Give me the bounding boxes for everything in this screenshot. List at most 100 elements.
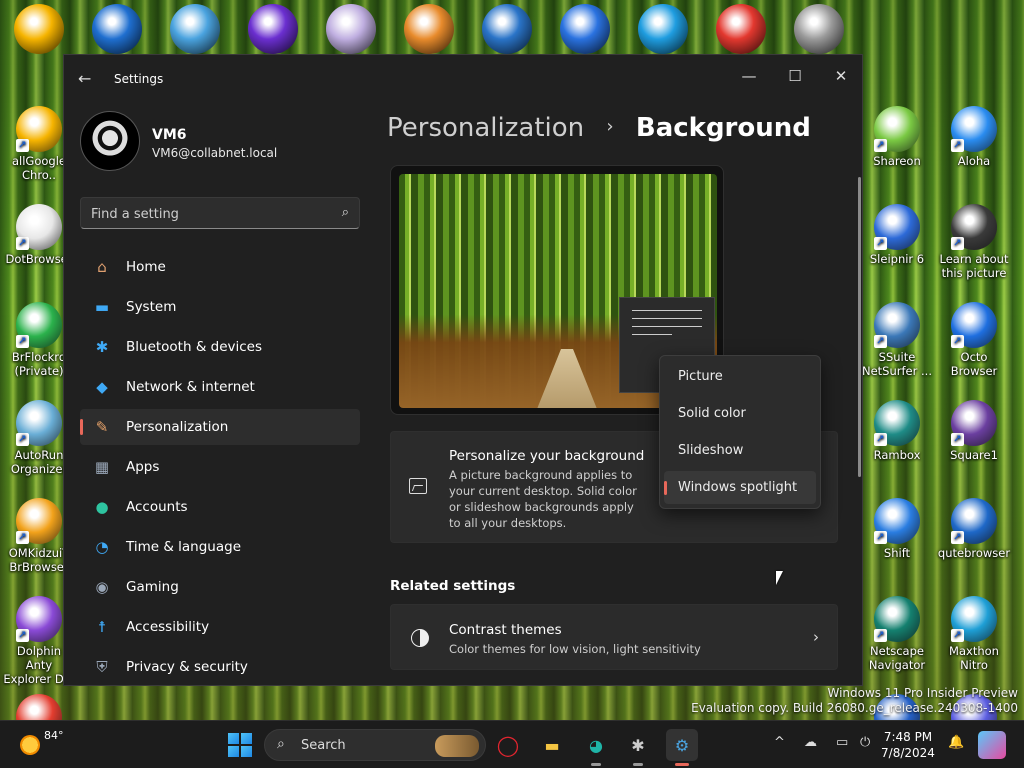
desktop-app-icon[interactable] bbox=[794, 4, 844, 54]
preview-path-shape bbox=[537, 349, 597, 408]
desktop-shortcut[interactable]: ↗ Octo Browser bbox=[937, 302, 1011, 378]
taskbar: 84° ⌕ Search ◯ ▬ ◕ ✱ ⚙ ^ ☁ ▭ ⏻ 7:48 PM 7… bbox=[0, 720, 1024, 768]
weather-widget[interactable]: 84° bbox=[14, 729, 74, 761]
sidebar-item-icon: ☨ bbox=[97, 618, 107, 636]
dropdown-option[interactable]: Slideshow bbox=[664, 434, 816, 467]
desktop-shortcut[interactable]: ↗ Aloha bbox=[937, 106, 1011, 168]
sidebar-item-label: Apps bbox=[126, 459, 160, 475]
taskbar-search[interactable]: ⌕ Search bbox=[264, 729, 486, 761]
dropdown-option[interactable]: Picture bbox=[664, 360, 816, 393]
app-shortcut-icon: ↗ bbox=[874, 106, 920, 152]
app-shortcut-icon: ↗ bbox=[874, 302, 920, 348]
volume-icon[interactable]: ⏻ bbox=[860, 735, 870, 750]
sidebar-item-icon: ✱ bbox=[95, 338, 109, 356]
sidebar-item-time-language[interactable]: ◔ Time & language bbox=[80, 529, 360, 565]
desktop-app-icon[interactable] bbox=[716, 4, 766, 54]
app-taskbar-icon[interactable]: ✱ bbox=[622, 729, 654, 766]
sidebar-item-gaming[interactable]: ◉ Gaming bbox=[80, 569, 360, 605]
app-shortcut-icon: ↗ bbox=[951, 302, 997, 348]
minimize-button[interactable]: — bbox=[726, 61, 772, 93]
watermark-line-1: Windows 11 Pro Insider Preview bbox=[827, 686, 1018, 700]
desktop-app-icon[interactable] bbox=[638, 4, 688, 54]
search-box[interactable]: ⌕ bbox=[80, 197, 360, 229]
desktop-app-icon[interactable] bbox=[560, 4, 610, 54]
chevron-right-icon: › bbox=[813, 628, 819, 646]
chevron-up-icon[interactable]: ^ bbox=[774, 735, 785, 750]
copilot-icon[interactable] bbox=[978, 731, 1006, 759]
sidebar-item-apps[interactable]: ▦ Apps bbox=[80, 449, 360, 485]
profile-name: VM6 bbox=[152, 127, 187, 143]
notification-bell-icon[interactable]: 🔔 bbox=[948, 735, 964, 750]
settings-gear-icon[interactable]: ⚙ bbox=[666, 729, 698, 766]
desktop-shortcut[interactable]: ↗ Square1 bbox=[937, 400, 1011, 462]
background-type-dropdown[interactable]: Picture Solid color Slideshow Windows spotl… bbox=[659, 355, 821, 509]
start-button[interactable] bbox=[228, 733, 252, 757]
desktop-app-icon[interactable] bbox=[92, 4, 142, 54]
desktop-shortcut-label: Sleipnir 6 bbox=[869, 252, 925, 266]
desktop-shortcut[interactable]: ↗ Maxthon Nitro bbox=[937, 596, 1011, 672]
desktop-shortcut[interactable]: ↗ Learn about this picture bbox=[937, 204, 1011, 280]
contrast-themes-row[interactable]: Contrast themes Color themes for low vis… bbox=[390, 604, 838, 670]
watermark-line-2: Evaluation copy. Build 26080.ge_release.… bbox=[691, 701, 1018, 715]
sidebar-item-label: Accounts bbox=[126, 499, 188, 515]
desktop-app-icon[interactable] bbox=[170, 4, 220, 54]
breadcrumb-parent[interactable]: Personalization bbox=[387, 113, 584, 143]
desktop-app-icon[interactable] bbox=[248, 4, 298, 54]
close-button[interactable]: ✕ bbox=[818, 61, 862, 93]
avatar[interactable] bbox=[80, 111, 140, 171]
network-icon[interactable]: ▭ bbox=[836, 735, 848, 750]
sidebar-item-icon: ▦ bbox=[94, 458, 110, 476]
sidebar-item-personalization[interactable]: ✎ Personalization bbox=[80, 409, 360, 445]
sidebar-item-home[interactable]: ⌂ Home bbox=[80, 249, 360, 285]
desktop-app-icon[interactable] bbox=[14, 4, 64, 54]
desktop-shortcut[interactable]: ↗ SSuite NetSurfer ... bbox=[860, 302, 934, 378]
back-arrow-icon[interactable]: ← bbox=[78, 69, 98, 89]
shortcut-arrow-icon: ↗ bbox=[874, 531, 887, 544]
dropdown-option[interactable]: Solid color bbox=[664, 397, 816, 430]
sidebar-item-accounts[interactable]: ● Accounts bbox=[80, 489, 360, 525]
maximize-button[interactable]: ☐ bbox=[772, 61, 818, 93]
sidebar-item-icon: ◆ bbox=[96, 378, 108, 396]
shortcut-arrow-icon: ↗ bbox=[951, 433, 964, 446]
desktop-shortcut[interactable]: ↗ qutebrowser bbox=[937, 498, 1011, 560]
clock[interactable]: 7:48 PM 7/8/2024 bbox=[880, 729, 936, 761]
file-explorer-icon[interactable]: ▬ bbox=[536, 729, 568, 761]
contrast-themes-title: Contrast themes bbox=[449, 622, 562, 638]
desktop-shortcut[interactable]: ↗ Netscape Navigator bbox=[860, 596, 934, 672]
scrollbar[interactable] bbox=[858, 177, 861, 477]
opera-icon[interactable]: ◯ bbox=[492, 729, 524, 761]
sidebar-item-privacy-security[interactable]: ⛨ Privacy & security bbox=[80, 649, 360, 685]
shortcut-arrow-icon: ↗ bbox=[951, 237, 964, 250]
desktop-shortcut-label: Shareon bbox=[873, 154, 921, 168]
mouse-cursor-icon bbox=[776, 571, 790, 585]
app-shortcut-icon: ↗ bbox=[951, 400, 997, 446]
sun-icon bbox=[20, 735, 40, 755]
desktop-shortcut-label: qutebrowser bbox=[937, 546, 1011, 560]
desktop-shortcut[interactable]: ↗ Shift bbox=[860, 498, 934, 560]
app-shortcut-icon: ↗ bbox=[951, 596, 997, 642]
dropdown-option[interactable]: Windows spotlight bbox=[664, 471, 816, 504]
sidebar-nav: ⌂ Home ▬ System ✱ Bluetooth & devices ◆ Network… bbox=[80, 249, 360, 685]
sidebar-item-network-internet[interactable]: ◆ Network & internet bbox=[80, 369, 360, 405]
sidebar-item-icon: ◔ bbox=[95, 538, 109, 556]
desktop-app-icon[interactable] bbox=[404, 4, 454, 54]
desktop-app-icon[interactable] bbox=[326, 4, 376, 54]
desktop-shortcut-label: SSuite NetSurfer ... bbox=[862, 350, 932, 378]
desktop-shortcut-label: Aloha bbox=[957, 154, 991, 168]
desktop-shortcut-label: Octo Browser bbox=[950, 350, 998, 378]
desktop-shortcut[interactable]: ↗ Sleipnir 6 bbox=[860, 204, 934, 266]
search-icon[interactable]: ⌕ bbox=[342, 205, 349, 220]
sidebar-item-bluetooth-devices[interactable]: ✱ Bluetooth & devices bbox=[80, 329, 360, 365]
desktop-app-icon[interactable] bbox=[482, 4, 532, 54]
sidebar-item-icon: ▬ bbox=[94, 298, 110, 316]
shortcut-arrow-icon: ↗ bbox=[16, 433, 29, 446]
sidebar-item-icon: ⌂ bbox=[97, 258, 107, 276]
rambox-taskbar-icon[interactable]: ◕ bbox=[580, 729, 612, 766]
sidebar-item-system[interactable]: ▬ System bbox=[80, 289, 360, 325]
search-input[interactable] bbox=[91, 204, 321, 224]
onedrive-icon[interactable]: ☁ bbox=[804, 735, 817, 750]
sidebar-item-accessibility[interactable]: ☨ Accessibility bbox=[80, 609, 360, 645]
desktop-shortcut[interactable]: ↗ Rambox bbox=[860, 400, 934, 462]
desktop-shortcut[interactable]: ↗ Shareon bbox=[860, 106, 934, 168]
title-bar[interactable]: ← Settings — ☐ ✕ bbox=[64, 55, 862, 101]
